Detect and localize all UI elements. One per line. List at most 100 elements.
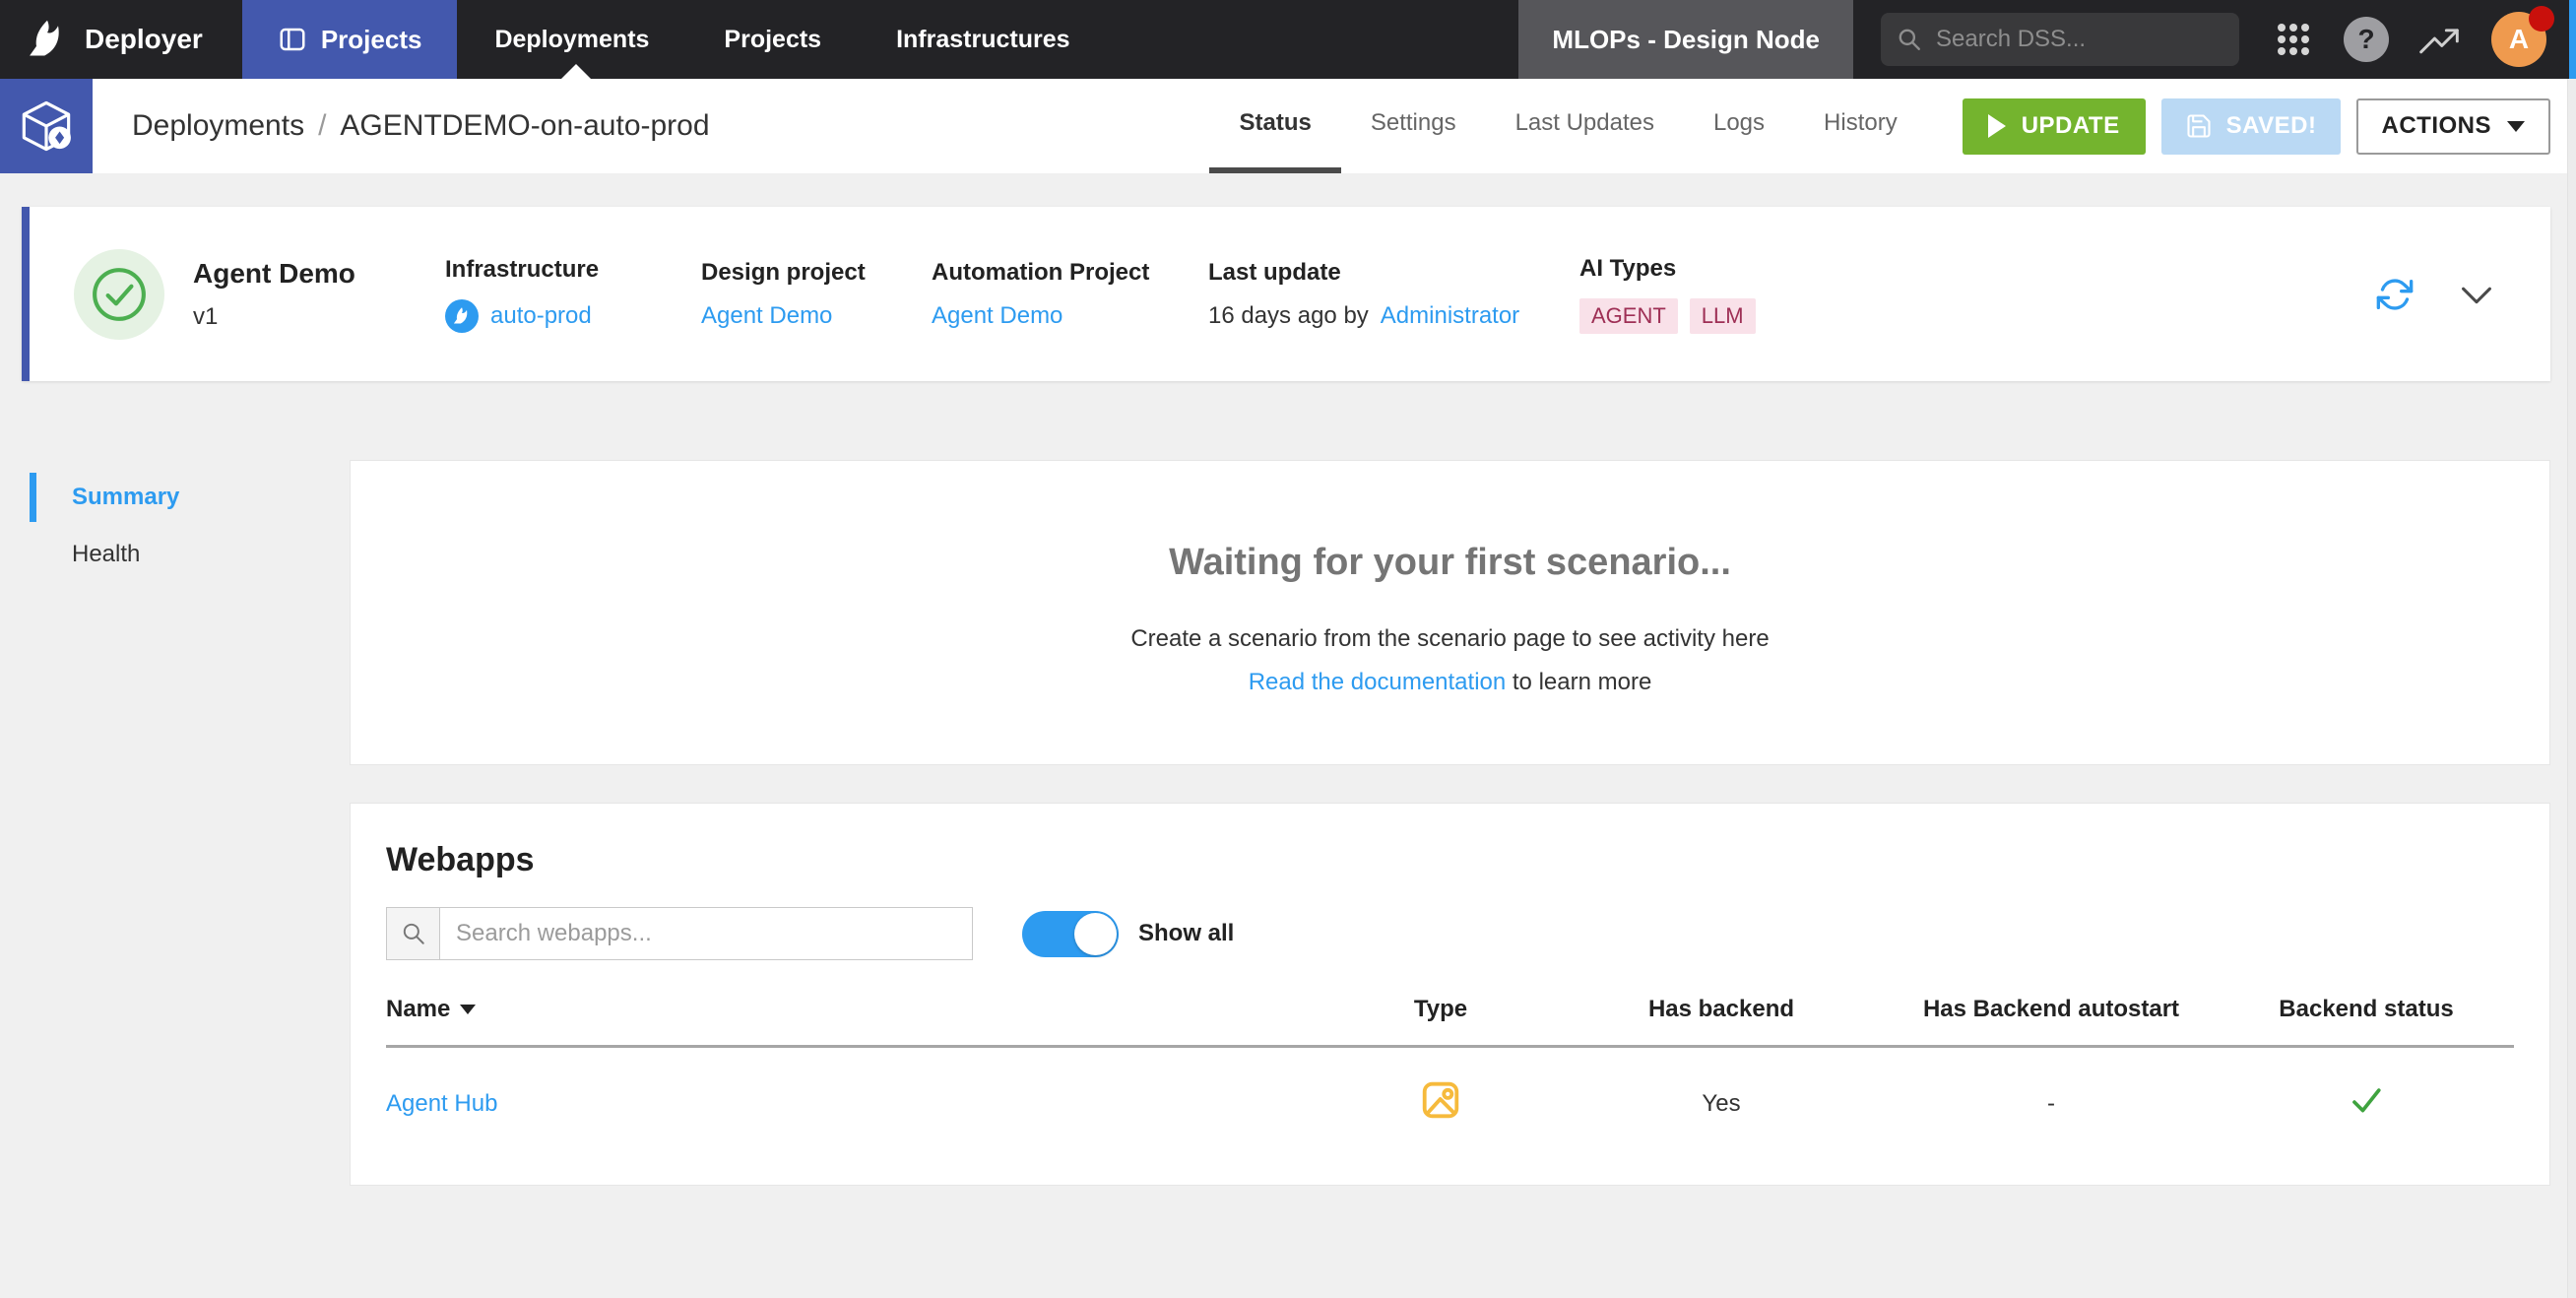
ai-type-badge-agent: AGENT bbox=[1579, 298, 1678, 334]
column-label: Name bbox=[386, 996, 450, 1023]
tab-logs[interactable]: Logs bbox=[1684, 79, 1794, 173]
tab-settings[interactable]: Settings bbox=[1341, 79, 1486, 173]
field-label: Infrastructure bbox=[445, 256, 701, 284]
tab-last-updates[interactable]: Last Updates bbox=[1486, 79, 1684, 173]
notification-dot bbox=[2529, 6, 2554, 32]
field-ai-types: AI Types AGENT LLM bbox=[1579, 255, 2375, 334]
image-icon bbox=[1418, 1077, 1463, 1123]
documentation-link[interactable]: Read the documentation bbox=[1249, 669, 1507, 695]
sidebar-item-health[interactable]: Health bbox=[0, 530, 350, 579]
breadcrumb-separator: / bbox=[318, 109, 326, 143]
webapps-search[interactable] bbox=[386, 907, 973, 960]
column-header-autostart[interactable]: Has Backend autostart bbox=[1884, 996, 2219, 1023]
actions-button-label: ACTIONS bbox=[2382, 112, 2492, 140]
webapp-name-cell: Agent Hub bbox=[386, 1090, 1322, 1118]
user-menu[interactable]: A bbox=[2491, 12, 2546, 67]
nav-tab-projects[interactable]: Projects bbox=[242, 0, 458, 79]
trend-arrow-icon bbox=[2417, 18, 2461, 61]
empty-state-doc-line: Read the documentation to learn more bbox=[351, 669, 2549, 696]
chevron-down-icon bbox=[2507, 121, 2525, 132]
tab-history[interactable]: History bbox=[1794, 79, 1927, 173]
column-header-type[interactable]: Type bbox=[1322, 996, 1559, 1023]
webapps-search-input[interactable] bbox=[440, 908, 972, 959]
column-header-name[interactable]: Name bbox=[386, 996, 1322, 1023]
field-last-update: Last update 16 days ago by Administrator bbox=[1208, 259, 1579, 330]
actions-button[interactable]: ACTIONS bbox=[2356, 98, 2551, 155]
has-backend-cell: Yes bbox=[1559, 1090, 1884, 1118]
breadcrumb: Deployments / AGENTDEMO-on-auto-prod bbox=[132, 109, 710, 143]
webapps-table: Name Type Has backend Has Backend autost… bbox=[386, 996, 2514, 1155]
field-label: Automation Project bbox=[932, 259, 1208, 287]
save-icon bbox=[2185, 112, 2213, 140]
saved-button-label: SAVED! bbox=[2226, 112, 2317, 140]
apps-grid-button[interactable] bbox=[2267, 13, 2320, 66]
doc-link-suffix: to learn more bbox=[1506, 669, 1651, 695]
webapp-type-cell bbox=[1322, 1077, 1559, 1130]
breadcrumb-section[interactable]: Deployments bbox=[132, 109, 304, 143]
last-update-text: 16 days ago by bbox=[1208, 302, 1369, 330]
search-icon bbox=[1897, 27, 1922, 52]
edge-sliver bbox=[2569, 0, 2576, 79]
header-tabs: Status Settings Last Updates Logs Histor… bbox=[1209, 79, 1926, 173]
monitoring-button[interactable] bbox=[2413, 13, 2466, 66]
infrastructure-link[interactable]: auto-prod bbox=[490, 302, 592, 330]
tab-status[interactable]: Status bbox=[1209, 79, 1340, 173]
nav-item-projects[interactable]: Projects bbox=[686, 0, 859, 79]
collapse-card-button[interactable] bbox=[2454, 272, 2499, 317]
autostart-cell: - bbox=[1884, 1090, 2219, 1118]
nav-item-infrastructures[interactable]: Infrastructures bbox=[859, 0, 1107, 79]
active-section-caret bbox=[561, 64, 591, 79]
search-icon bbox=[401, 921, 426, 946]
table-row: Agent Hub Yes - bbox=[386, 1048, 2514, 1155]
help-icon: ? bbox=[2344, 17, 2389, 62]
field-label: AI Types bbox=[1579, 255, 2375, 283]
empty-state-subtitle: Create a scenario from the scenario page… bbox=[351, 625, 2549, 653]
nav-items: Deployments Projects Infrastructures bbox=[457, 0, 1107, 79]
field-design-project: Design project Agent Demo bbox=[701, 259, 932, 330]
navbar-right: MLOPs - Design Node ? A bbox=[1518, 0, 2576, 79]
help-button[interactable]: ? bbox=[2340, 13, 2393, 66]
toggle-knob bbox=[1074, 913, 1117, 955]
deployment-summary-card: Agent Demo v1 Infrastructure auto-prod D… bbox=[22, 207, 2550, 381]
header-actions: UPDATE SAVED! ACTIONS bbox=[1963, 98, 2550, 155]
webapps-panel: Webapps Show all bbox=[350, 803, 2550, 1186]
chevron-down-icon bbox=[2454, 272, 2499, 317]
sidebar: Summary Health bbox=[0, 381, 350, 587]
show-all-toggle[interactable] bbox=[1022, 911, 1119, 957]
content-column: Waiting for your first scenario... Creat… bbox=[350, 381, 2550, 1186]
update-button[interactable]: UPDATE bbox=[1963, 98, 2146, 155]
deployer-section-tile[interactable] bbox=[0, 79, 93, 173]
sidebar-item-label: Summary bbox=[72, 484, 179, 511]
webapps-controls: Show all bbox=[386, 907, 2514, 960]
app-brand[interactable]: Deployer bbox=[26, 18, 203, 61]
sidebar-item-summary[interactable]: Summary bbox=[0, 473, 350, 522]
saved-button[interactable]: SAVED! bbox=[2161, 98, 2341, 155]
refresh-button[interactable] bbox=[2375, 275, 2415, 314]
card-actions bbox=[2375, 272, 2499, 317]
apps-grid-icon bbox=[2274, 20, 2313, 59]
global-search[interactable] bbox=[1881, 13, 2239, 66]
empty-state-title: Waiting for your first scenario... bbox=[351, 461, 2549, 584]
column-header-has-backend[interactable]: Has backend bbox=[1559, 996, 1884, 1023]
play-icon bbox=[1988, 114, 2006, 138]
field-infrastructure: Infrastructure auto-prod bbox=[445, 256, 701, 333]
sidebar-item-label: Health bbox=[72, 541, 140, 568]
deployment-cube-icon bbox=[18, 97, 75, 155]
webapp-link[interactable]: Agent Hub bbox=[386, 1090, 497, 1117]
search-input[interactable] bbox=[1936, 26, 2212, 53]
node-name-label[interactable]: MLOPs - Design Node bbox=[1518, 0, 1853, 79]
deployment-name: Agent Demo bbox=[193, 258, 445, 290]
automation-project-link[interactable]: Agent Demo bbox=[932, 302, 1063, 330]
nav-tab-label: Projects bbox=[321, 25, 422, 55]
table-header-row: Name Type Has backend Has Backend autost… bbox=[386, 996, 2514, 1048]
administrator-link[interactable]: Administrator bbox=[1381, 302, 1519, 330]
refresh-icon bbox=[2375, 275, 2415, 314]
active-indicator-bar bbox=[30, 473, 36, 522]
column-header-backend-status[interactable]: Backend status bbox=[2219, 996, 2514, 1023]
field-automation-project: Automation Project Agent Demo bbox=[932, 259, 1208, 330]
design-project-link[interactable]: Agent Demo bbox=[701, 302, 832, 330]
update-button-label: UPDATE bbox=[2022, 112, 2120, 140]
field-label: Design project bbox=[701, 259, 932, 287]
top-navbar: Deployer Projects Deployments Projects I… bbox=[0, 0, 2576, 79]
scrollbar-track[interactable] bbox=[2567, 79, 2576, 1298]
